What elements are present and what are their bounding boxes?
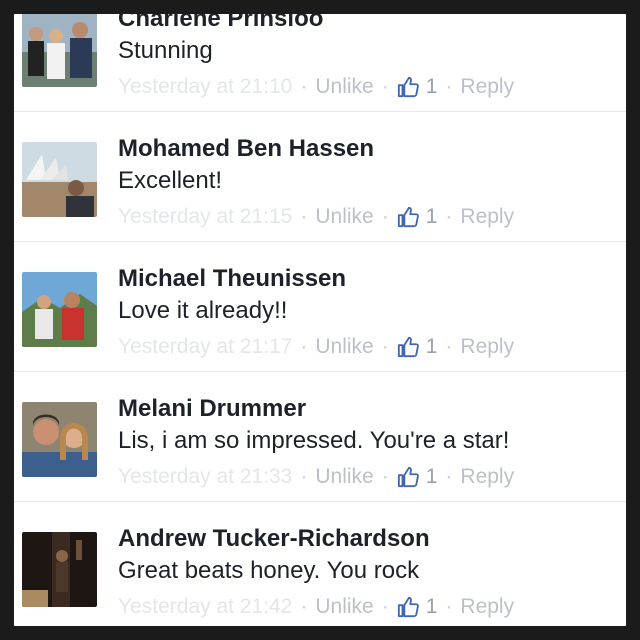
comment-text: Excellent!: [118, 167, 223, 194]
like-count: 1: [425, 465, 438, 488]
like-count-badge[interactable]: 1: [397, 72, 438, 102]
comment-timestamp[interactable]: Yesterday at 21:10: [118, 72, 292, 102]
comment-item: Andrew Tucker-Richardson Great beats hon…: [14, 502, 626, 626]
reply-link[interactable]: Reply: [460, 332, 514, 362]
unlike-link[interactable]: Unlike: [315, 332, 373, 362]
like-count: 1: [425, 75, 438, 98]
separator: ·: [381, 75, 389, 98]
comment-item: Melani Drummer Lis, i am so impressed. Y…: [14, 372, 626, 502]
separator: ·: [381, 205, 389, 228]
thumbs-up-icon: [397, 76, 419, 98]
separator: ·: [445, 335, 453, 358]
unlike-link[interactable]: Unlike: [315, 72, 373, 102]
comment-item: Michael Theunissen Love it already!! Yes…: [14, 242, 626, 372]
comment-text: Love it already!!: [118, 297, 288, 324]
screenshot-frame: Charlene Prinsloo Stunning Yesterday at …: [14, 14, 626, 626]
like-count-badge[interactable]: 1: [397, 462, 438, 492]
avatar[interactable]: [22, 142, 97, 217]
commenter-name[interactable]: Andrew Tucker-Richardson: [118, 524, 618, 554]
comment-text: Lis, i am so impressed. You're a star!: [118, 427, 510, 454]
commenter-name[interactable]: Michael Theunissen: [118, 264, 618, 294]
separator: ·: [381, 595, 389, 618]
comment-timestamp[interactable]: Yesterday at 21:17: [118, 332, 292, 362]
reply-link[interactable]: Reply: [460, 202, 514, 232]
separator: ·: [445, 595, 453, 618]
avatar[interactable]: [22, 14, 97, 87]
comment-timestamp[interactable]: Yesterday at 21:42: [118, 592, 292, 622]
like-count-badge[interactable]: 1: [397, 332, 438, 362]
commenter-name[interactable]: Melani Drummer: [118, 394, 618, 424]
comment-item: Charlene Prinsloo Stunning Yesterday at …: [14, 14, 626, 112]
dark-studio-photo-icon: [22, 532, 97, 607]
like-count: 1: [425, 335, 438, 358]
separator: ·: [445, 465, 453, 488]
opera-house-photo-icon: [22, 142, 97, 217]
unlike-link[interactable]: Unlike: [315, 462, 373, 492]
like-count: 1: [425, 205, 438, 228]
comment-timestamp[interactable]: Yesterday at 21:33: [118, 462, 292, 492]
mountain-couple-photo-icon: [22, 272, 97, 347]
comment-timestamp[interactable]: Yesterday at 21:15: [118, 202, 292, 232]
couple-selfie-photo-icon: [22, 402, 97, 477]
comment-meta: Yesterday at 21:17 · Unlike · 1 · Reply: [118, 332, 618, 362]
reply-link[interactable]: Reply: [460, 72, 514, 102]
separator: ·: [381, 335, 389, 358]
commenter-name[interactable]: Mohamed Ben Hassen: [118, 134, 618, 164]
reply-link[interactable]: Reply: [460, 592, 514, 622]
separator: ·: [300, 465, 308, 488]
thumbs-up-icon: [397, 336, 419, 358]
comment-meta: Yesterday at 21:10 · Unlike · 1 · Reply: [118, 72, 618, 102]
comment-meta: Yesterday at 21:15 · Unlike · 1 · Reply: [118, 202, 618, 232]
separator: ·: [300, 75, 308, 98]
avatar[interactable]: [22, 272, 97, 347]
separator: ·: [300, 335, 308, 358]
like-count: 1: [425, 595, 438, 618]
comment-meta: Yesterday at 21:42 · Unlike · 1 · Reply: [118, 592, 618, 622]
thumbs-up-icon: [397, 596, 419, 618]
separator: ·: [445, 205, 453, 228]
comment-text: Stunning: [118, 37, 213, 64]
separator: ·: [381, 465, 389, 488]
thumbs-up-icon: [397, 466, 419, 488]
separator: ·: [300, 205, 308, 228]
unlike-link[interactable]: Unlike: [315, 202, 373, 232]
comment-item: Mohamed Ben Hassen Excellent! Yesterday …: [14, 112, 626, 242]
comment-list: Charlene Prinsloo Stunning Yesterday at …: [14, 14, 626, 626]
separator: ·: [445, 75, 453, 98]
avatar[interactable]: [22, 532, 97, 607]
commenter-name[interactable]: Charlene Prinsloo: [118, 14, 618, 34]
comment-meta: Yesterday at 21:33 · Unlike · 1 · Reply: [118, 462, 618, 492]
reply-link[interactable]: Reply: [460, 462, 514, 492]
thumbs-up-icon: [397, 206, 419, 228]
unlike-link[interactable]: Unlike: [315, 592, 373, 622]
avatar[interactable]: [22, 402, 97, 477]
like-count-badge[interactable]: 1: [397, 592, 438, 622]
comment-text: Great beats honey. You rock: [118, 557, 420, 584]
separator: ·: [300, 595, 308, 618]
like-count-badge[interactable]: 1: [397, 202, 438, 232]
wedding-group-photo-icon: [22, 14, 97, 87]
